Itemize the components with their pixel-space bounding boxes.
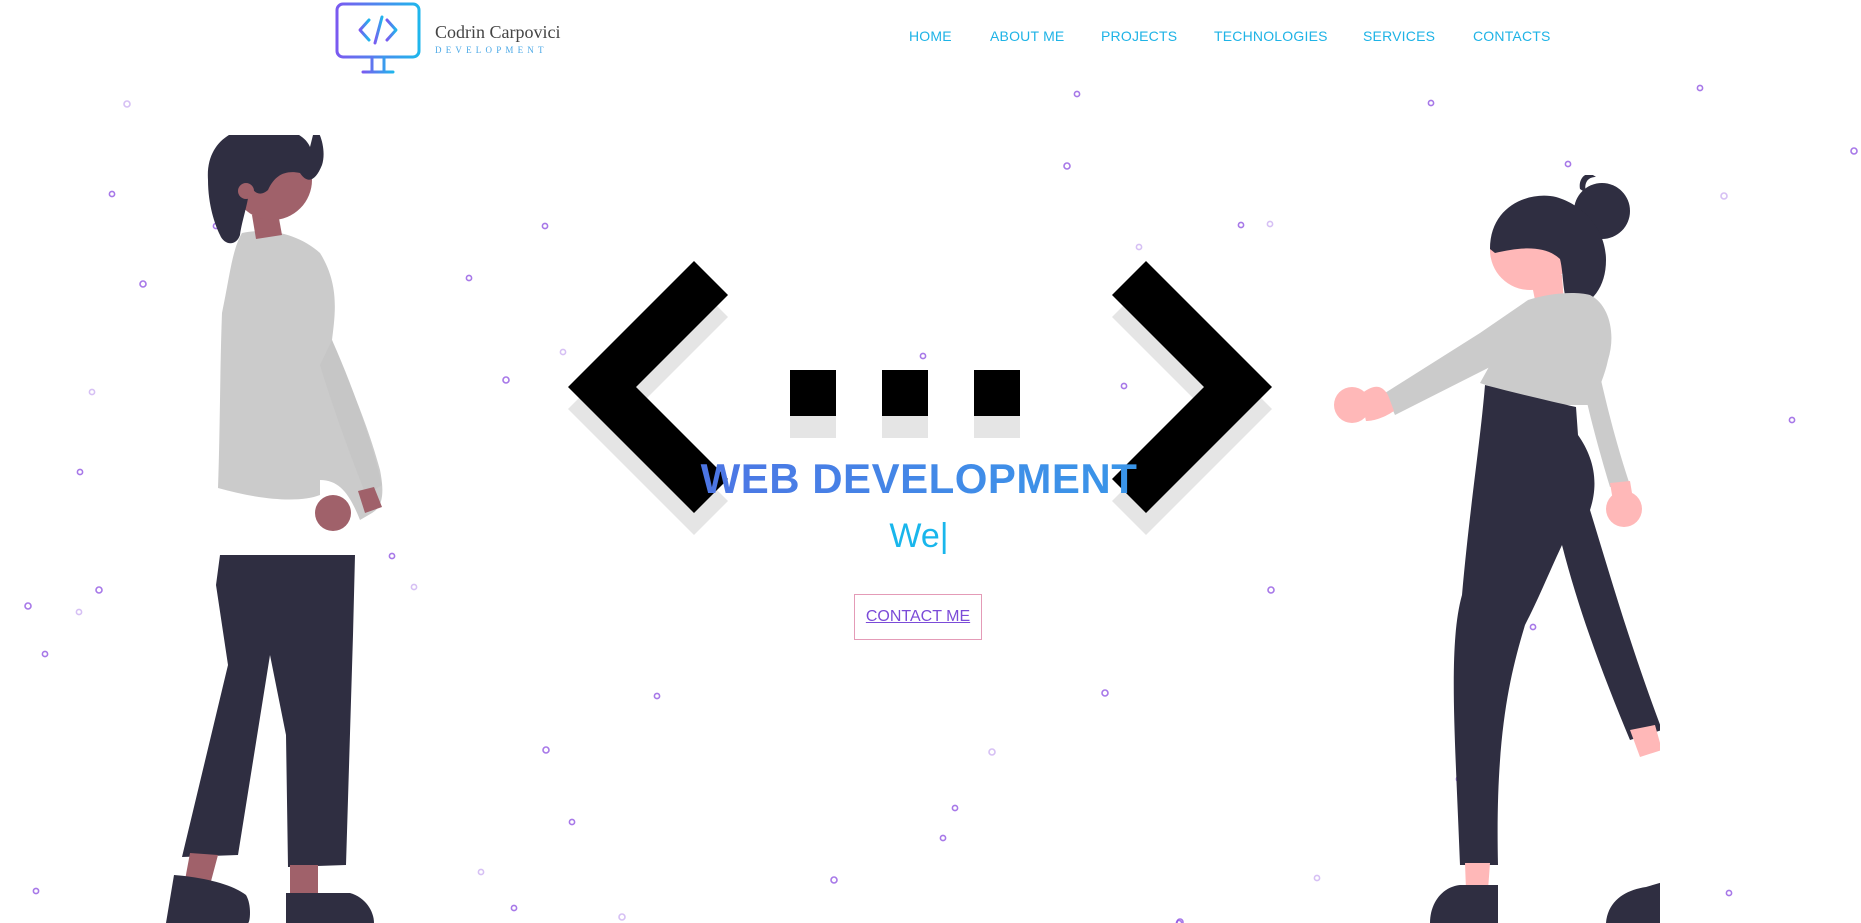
- particle-dot: [1237, 221, 1245, 229]
- particle-dot: [1850, 147, 1858, 155]
- particle-dot: [1788, 416, 1796, 424]
- nav-link-projects[interactable]: PROJECTS: [1101, 28, 1177, 44]
- particle-dot: [1725, 889, 1733, 897]
- nav-link-services[interactable]: SERVICES: [1363, 28, 1435, 44]
- particle-dot: [653, 692, 661, 700]
- particle-dot: [1313, 874, 1321, 882]
- particle-dot: [1720, 192, 1728, 200]
- particle-dot: [477, 868, 485, 876]
- particle-dot: [1073, 90, 1081, 98]
- particle-dot: [1266, 220, 1274, 228]
- nav-link-technologies[interactable]: TECHNOLOGIES: [1214, 28, 1328, 44]
- particle-dot: [95, 586, 103, 594]
- particle-dot: [88, 388, 96, 396]
- particle-dot: [75, 608, 83, 616]
- particle-dot: [541, 222, 549, 230]
- particle-dot: [1696, 84, 1704, 92]
- particle-dot: [108, 190, 116, 198]
- particle-dot: [123, 100, 131, 108]
- particle-dot: [618, 913, 626, 921]
- site-header: Codrin Carpovici DEVELOPMENT HOME ABOUT …: [0, 0, 1861, 80]
- particle-dot: [1267, 586, 1275, 594]
- main-nav: HOME ABOUT ME PROJECTS TECHNOLOGIES SERV…: [0, 28, 1861, 48]
- particle-dot: [1101, 689, 1109, 697]
- nav-link-about-me[interactable]: ABOUT ME: [990, 28, 1064, 44]
- particle-dot: [24, 602, 32, 610]
- particle-dot: [939, 834, 947, 842]
- particle-dot: [465, 274, 473, 282]
- particle-dot: [1176, 918, 1184, 923]
- nav-link-home[interactable]: HOME: [909, 28, 952, 44]
- nav-link-contacts[interactable]: CONTACTS: [1473, 28, 1551, 44]
- particle-dot: [988, 748, 996, 756]
- particle-dot: [510, 904, 518, 912]
- hero-title: WEB DEVELOPMENT: [0, 455, 1838, 503]
- particle-dot: [41, 650, 49, 658]
- particle-dot: [502, 376, 510, 384]
- particle-dot: [542, 746, 550, 754]
- particle-dot: [1564, 160, 1572, 168]
- particle-dot: [32, 887, 40, 895]
- particle-dot: [568, 818, 576, 826]
- particle-dot: [830, 876, 838, 884]
- hero-typed-text: We|: [889, 517, 949, 555]
- contact-me-button[interactable]: CONTACT ME: [854, 594, 982, 640]
- particle-dot: [1063, 162, 1071, 170]
- particle-dot: [1427, 99, 1435, 107]
- particle-dot: [951, 804, 959, 812]
- particle-dot: [139, 280, 147, 288]
- particle-dot: [1135, 243, 1143, 251]
